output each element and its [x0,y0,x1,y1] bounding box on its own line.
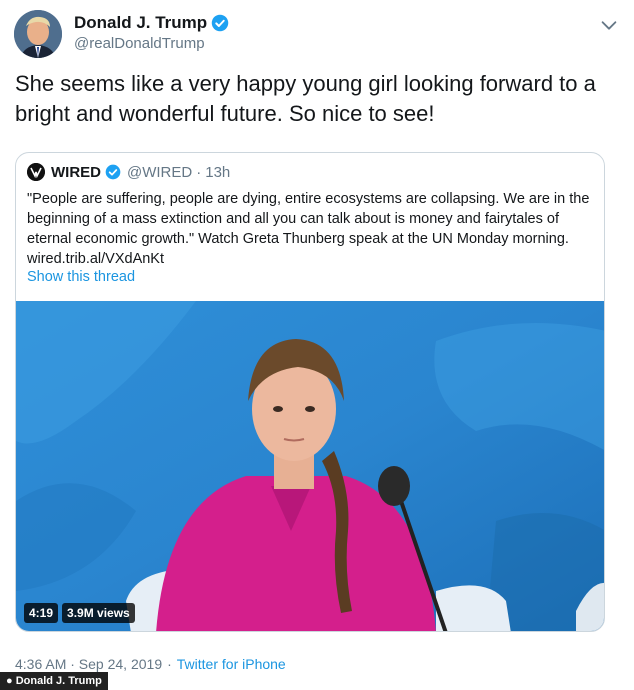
video-views: 3.9M views [62,603,135,623]
quoted-author-handle: @WIRED [127,163,193,181]
quoted-author-name: WIRED [51,163,101,181]
quoted-tweet-text: "People are suffering, people are dying,… [27,191,590,267]
tweet-timestamp[interactable]: 4:36 AM · Sep 24, 2019 [15,656,162,672]
video-duration: 4:19 [24,603,59,623]
quoted-timestamp: 13h [205,163,231,181]
separator-dot: · [196,163,202,181]
tweet-screenshot: Donald J. Trump @realDonaldTrump She see… [0,0,634,690]
wired-logo-icon [27,163,45,181]
author-handle[interactable]: @realDonaldTrump [74,35,229,52]
verified-badge-icon [211,14,229,32]
quoted-tweet-header: WIRED @WIRED · 13h [27,163,230,181]
show-thread-link[interactable]: Show this thread [27,269,135,285]
tweet-meta: 4:36 AM · Sep 24, 2019 · Twitter for iPh… [15,656,286,672]
video-badges: 4:19 3.9M views [24,603,135,623]
video-frame [16,301,604,631]
tweet-text: She seems like a very happy young girl l… [15,71,596,126]
verified-badge-icon [105,164,121,180]
tweet-author: Donald J. Trump @realDonaldTrump [74,12,229,52]
video-player[interactable]: 4:19 3.9M views [16,301,604,631]
avatar-photo [14,10,62,58]
tweet-source[interactable]: Twitter for iPhone [177,656,286,672]
quoted-tweet[interactable]: WIRED @WIRED · 13h "People are suffering… [15,152,605,632]
chevron-down-icon[interactable] [598,14,620,36]
image-credit: ● Donald J. Trump [0,672,108,690]
separator-dot: · [167,656,172,672]
avatar[interactable] [14,10,62,58]
author-name[interactable]: Donald J. Trump [74,13,207,33]
